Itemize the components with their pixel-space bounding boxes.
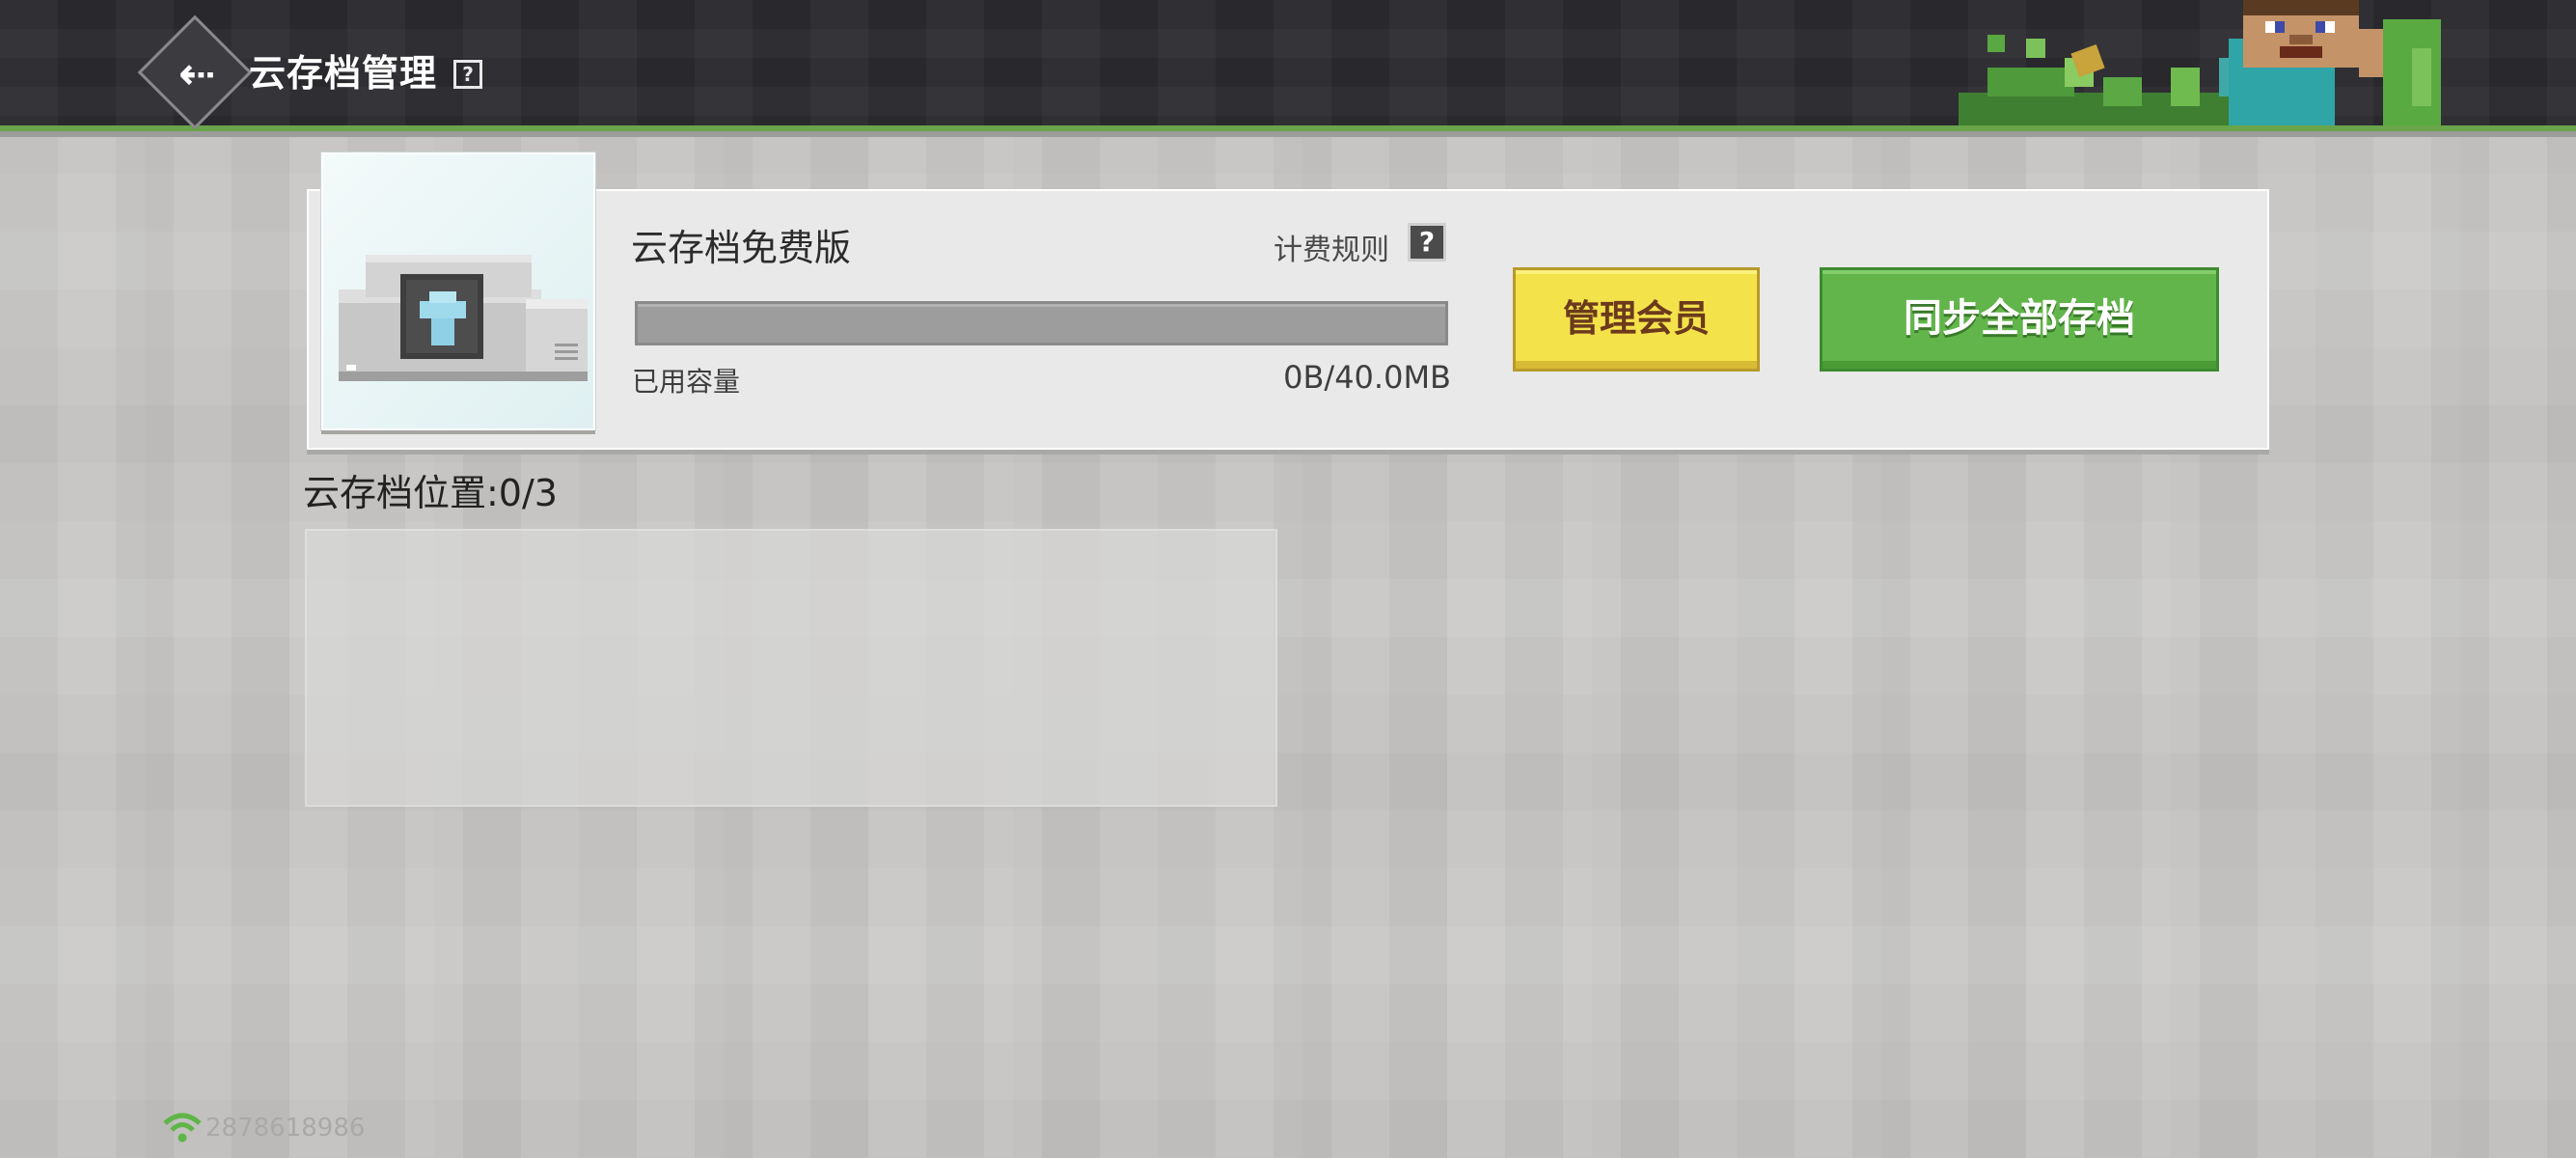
manage-member-button[interactable]: 管理会员 <box>1513 267 1760 372</box>
question-icon[interactable]: ? <box>1411 226 1443 259</box>
cloud-storage-thumbnail <box>321 152 595 430</box>
question-icon[interactable]: ? <box>453 60 482 89</box>
sync-all-saves-button[interactable]: 同步全部存档 <box>1820 267 2219 372</box>
plan-name: 云存档免费版 <box>631 227 852 269</box>
cloud-slots-label: 云存档位置:0/3 <box>303 472 558 514</box>
cloud-upload-icon <box>339 255 588 381</box>
used-capacity-label: 已用容量 <box>632 366 741 398</box>
top-bar: ⇠ 云存档管理 ? <box>0 0 2576 131</box>
used-capacity-value: 0B/40.0MB <box>1283 359 1451 396</box>
storage-progress-bar <box>635 301 1448 345</box>
page-title: 云存档管理 <box>249 52 438 95</box>
steve-character-icon <box>1959 0 2441 125</box>
back-arrow-icon[interactable]: ⇠ <box>168 44 226 102</box>
cloud-slot-list <box>305 529 1277 807</box>
user-id: 2878618986 <box>206 1114 366 1143</box>
wifi-icon <box>163 1113 202 1143</box>
billing-rules-link[interactable]: 计费规则 <box>1274 226 1389 268</box>
